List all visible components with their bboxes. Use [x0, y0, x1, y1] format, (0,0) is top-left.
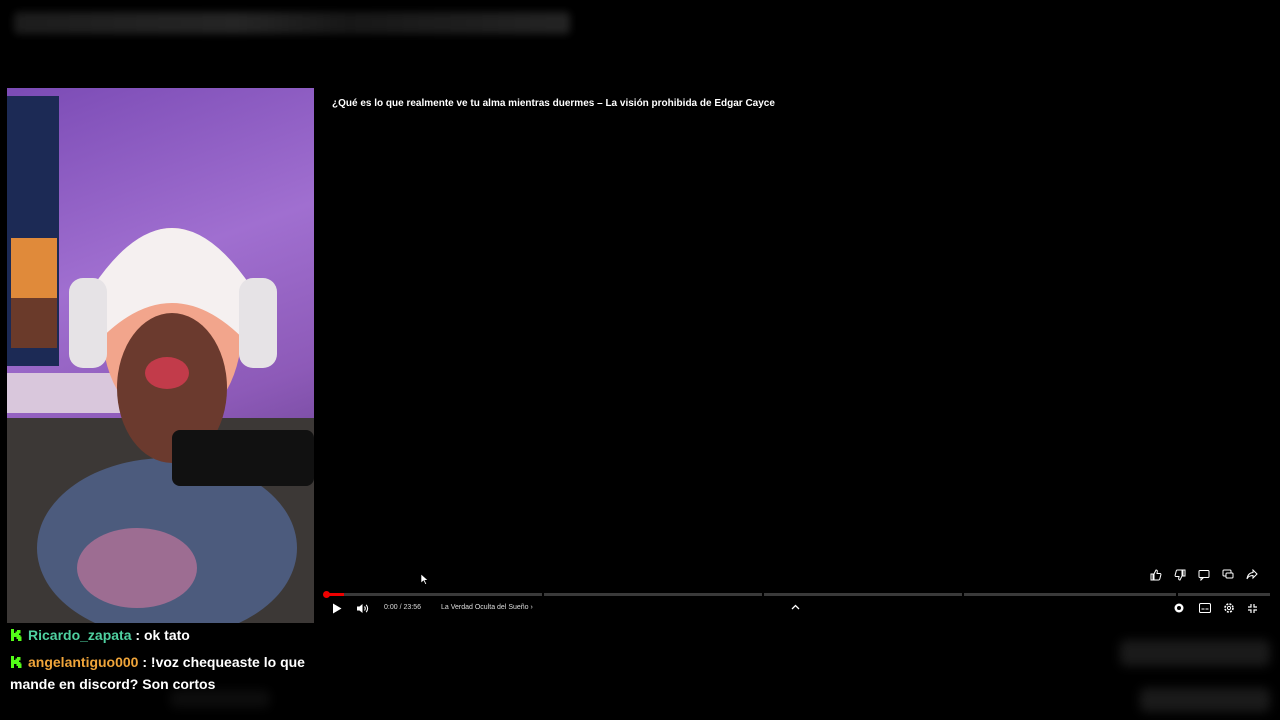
chapter-divider	[762, 593, 764, 596]
cursor-icon	[420, 572, 429, 590]
chapter-divider	[962, 593, 964, 596]
chapter-divider	[1176, 593, 1178, 596]
chat-username[interactable]: angelantiguo000	[28, 654, 138, 670]
chat-text: ok tato	[143, 627, 190, 643]
subtitles-icon[interactable]	[1199, 603, 1211, 613]
play-icon[interactable]	[332, 603, 342, 614]
autoplay-icon[interactable]	[1174, 603, 1184, 613]
chat-icon[interactable]	[1220, 567, 1236, 583]
player-controls: 0:00 / 23:56 La Verdad Oculta del Sueño …	[324, 600, 1270, 620]
chat-separator: :	[131, 627, 144, 643]
streamer-webcam	[7, 88, 314, 623]
chevron-right-icon: ›	[530, 604, 533, 611]
like-icon[interactable]	[1148, 567, 1164, 583]
video-title: ¿Qué es lo que realmente ve tu alma mien…	[332, 98, 775, 109]
chat-message: angelantiguo000 : !voz chequeaste lo que…	[10, 651, 310, 696]
blurred-panel	[1120, 640, 1270, 666]
chat-message: Ricardo_zapata : ok tato	[10, 624, 310, 647]
chevron-up-icon[interactable]	[791, 604, 800, 610]
dislike-icon[interactable]	[1172, 567, 1188, 583]
time-display: 0:00 / 23:56	[384, 604, 421, 611]
chat-separator: :	[138, 653, 151, 670]
exit-fullscreen-icon[interactable]	[1247, 603, 1258, 614]
kick-badge-icon	[10, 625, 22, 641]
volume-icon[interactable]	[356, 603, 369, 614]
settings-icon[interactable]	[1223, 602, 1235, 614]
share-icon[interactable]	[1244, 567, 1260, 583]
video-action-bar	[1148, 567, 1260, 583]
chat-username[interactable]: Ricardo_zapata	[28, 627, 131, 643]
kick-badge-icon	[10, 652, 22, 668]
comment-icon[interactable]	[1196, 567, 1212, 583]
progress-scrubber[interactable]	[323, 591, 330, 598]
chapter-divider	[542, 593, 544, 596]
video-progress-bar[interactable]	[324, 593, 1270, 596]
blurred-panel	[1140, 688, 1270, 712]
blurred-window-title	[14, 12, 570, 34]
chat-overlay: Ricardo_zapata : ok tato angelantiguo000…	[10, 624, 310, 696]
chapter-label: La Verdad Oculta del Sueño	[441, 604, 529, 611]
chapter-button[interactable]: La Verdad Oculta del Sueño ›	[441, 604, 533, 611]
